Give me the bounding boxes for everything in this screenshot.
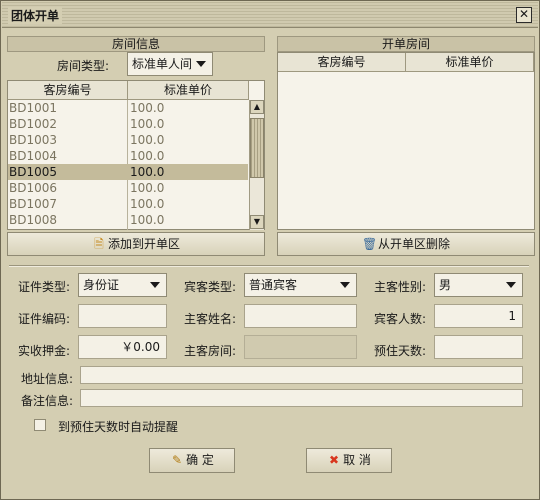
section-divider	[9, 265, 529, 267]
deposit-field[interactable]: ￥0.00	[78, 335, 167, 359]
room-number-cell: BD1006	[9, 181, 58, 195]
table-row[interactable]: BD1007 100.0	[8, 196, 248, 212]
room-type-value: 标准单人间	[132, 57, 193, 71]
scroll-down-icon[interactable]: ▼	[250, 215, 264, 229]
price-cell: 100.0	[130, 101, 165, 115]
chevron-down-icon	[196, 61, 206, 67]
title-bar[interactable]: 团体开单 ✕	[2, 2, 538, 28]
ok-button[interactable]: ✎ 确 定	[149, 448, 235, 473]
price-cell: 100.0	[130, 133, 165, 147]
guest-type-value: 普通宾客	[249, 278, 298, 292]
table-row[interactable]: BD1001 100.0	[8, 100, 248, 116]
room-number-cell: BD1005	[9, 165, 58, 179]
main-room-field	[244, 335, 357, 359]
add-to-order-button[interactable]: 🗎 添加到开单区	[7, 232, 265, 256]
address-label: 地址信息:	[21, 372, 74, 386]
available-rooms-table: 客房编号 标准单价 BD1001 100.0 BD1002 100.0 BD1003 10…	[7, 80, 265, 230]
trash-icon: 🗑	[361, 237, 378, 251]
column-header-standard-price[interactable]: 标准单价	[406, 53, 534, 72]
stay-days-label: 预住天数:	[374, 344, 427, 358]
vertical-scrollbar[interactable]: ▲ ▼	[249, 100, 264, 230]
chevron-down-icon	[150, 282, 160, 288]
gender-select[interactable]: 男	[434, 273, 523, 297]
order-rooms-table: 客房编号 标准单价	[277, 52, 535, 230]
gender-label: 主客性别:	[374, 280, 427, 294]
scrollbar-thumb[interactable]	[250, 118, 264, 178]
window-title: 团体开单	[8, 7, 63, 24]
remark-label: 备注信息:	[21, 394, 74, 408]
ok-label: 确 定	[186, 453, 214, 467]
table-row[interactable]: BD1008 100.0	[8, 212, 248, 228]
room-type-label: 房间类型:	[57, 59, 110, 73]
price-cell: 100.0	[130, 181, 165, 195]
column-header-standard-price[interactable]: 标准单价	[128, 81, 249, 100]
room-number-cell: BD1002	[9, 117, 58, 131]
add-to-order-label: 添加到开单区	[107, 237, 180, 251]
scroll-up-icon[interactable]: ▲	[250, 100, 264, 114]
guest-name-label: 主客姓名:	[184, 312, 237, 326]
table-row[interactable]: BD1003 100.0	[8, 132, 248, 148]
id-type-select[interactable]: 身份证	[78, 273, 167, 297]
column-header-room-number[interactable]: 客房编号	[278, 53, 406, 72]
table-row[interactable]: BD1004 100.0	[8, 148, 248, 164]
room-type-select[interactable]: 标准单人间	[127, 52, 213, 76]
id-number-field[interactable]	[78, 304, 167, 328]
stay-days-field[interactable]	[434, 335, 523, 359]
remove-from-order-label: 从开单区删除	[377, 237, 450, 251]
cancel-x-icon: ✖	[329, 453, 340, 467]
guest-count-label: 宾客人数:	[374, 312, 427, 326]
guest-type-label: 宾客类型:	[184, 280, 237, 294]
room-info-header: 房间信息	[7, 36, 265, 52]
column-header-room-number[interactable]: 客房编号	[8, 81, 128, 100]
price-cell: 100.0	[130, 117, 165, 131]
address-field[interactable]	[80, 366, 523, 384]
guest-name-field[interactable]	[244, 304, 357, 328]
price-cell: 100.0	[130, 213, 165, 227]
room-number-cell: BD1007	[9, 197, 58, 211]
close-icon[interactable]: ✕	[516, 7, 532, 23]
price-cell: 100.0	[130, 197, 165, 211]
price-cell: 100.0	[130, 165, 165, 179]
edit-pencil-icon: ✎	[172, 453, 183, 467]
table-row[interactable]: BD1006 100.0	[8, 180, 248, 196]
room-number-cell: BD1003	[9, 133, 58, 147]
add-document-icon: 🗎	[94, 237, 104, 251]
remark-field[interactable]	[80, 389, 523, 407]
auto-reminder-checkbox[interactable]	[34, 419, 46, 431]
room-number-cell: BD1004	[9, 149, 58, 163]
main-room-label: 主客房间:	[184, 344, 237, 358]
auto-reminder-label[interactable]: 到预住天数时自动提醒	[58, 418, 178, 435]
id-type-value: 身份证	[83, 278, 120, 292]
chevron-down-icon	[340, 282, 350, 288]
cancel-button[interactable]: ✖ 取 消	[306, 448, 392, 473]
id-number-label: 证件编码:	[18, 312, 71, 326]
table-row[interactable]: BD1005 100.0	[8, 164, 248, 180]
group-checkin-dialog: 团体开单 ✕ 房间信息 房间类型: 标准单人间 客房编号 标准单价 BD1001…	[0, 0, 540, 500]
cancel-label: 取 消	[343, 453, 371, 467]
table-row[interactable]: BD1002 100.0	[8, 116, 248, 132]
guest-type-select[interactable]: 普通宾客	[244, 273, 357, 297]
remove-from-order-button[interactable]: 🗑从开单区删除	[277, 232, 535, 256]
chevron-down-icon	[506, 282, 516, 288]
room-number-cell: BD1001	[9, 101, 58, 115]
id-type-label: 证件类型:	[18, 280, 71, 294]
price-cell: 100.0	[130, 149, 165, 163]
available-rooms-body: BD1001 100.0 BD1002 100.0 BD1003 100.0 BD1004 1…	[8, 100, 249, 230]
room-number-cell: BD1008	[9, 213, 58, 227]
order-rooms-header: 开单房间	[277, 36, 535, 52]
gender-value: 男	[439, 278, 452, 292]
deposit-label: 实收押金:	[18, 344, 71, 358]
guest-count-field[interactable]: 1	[434, 304, 523, 328]
